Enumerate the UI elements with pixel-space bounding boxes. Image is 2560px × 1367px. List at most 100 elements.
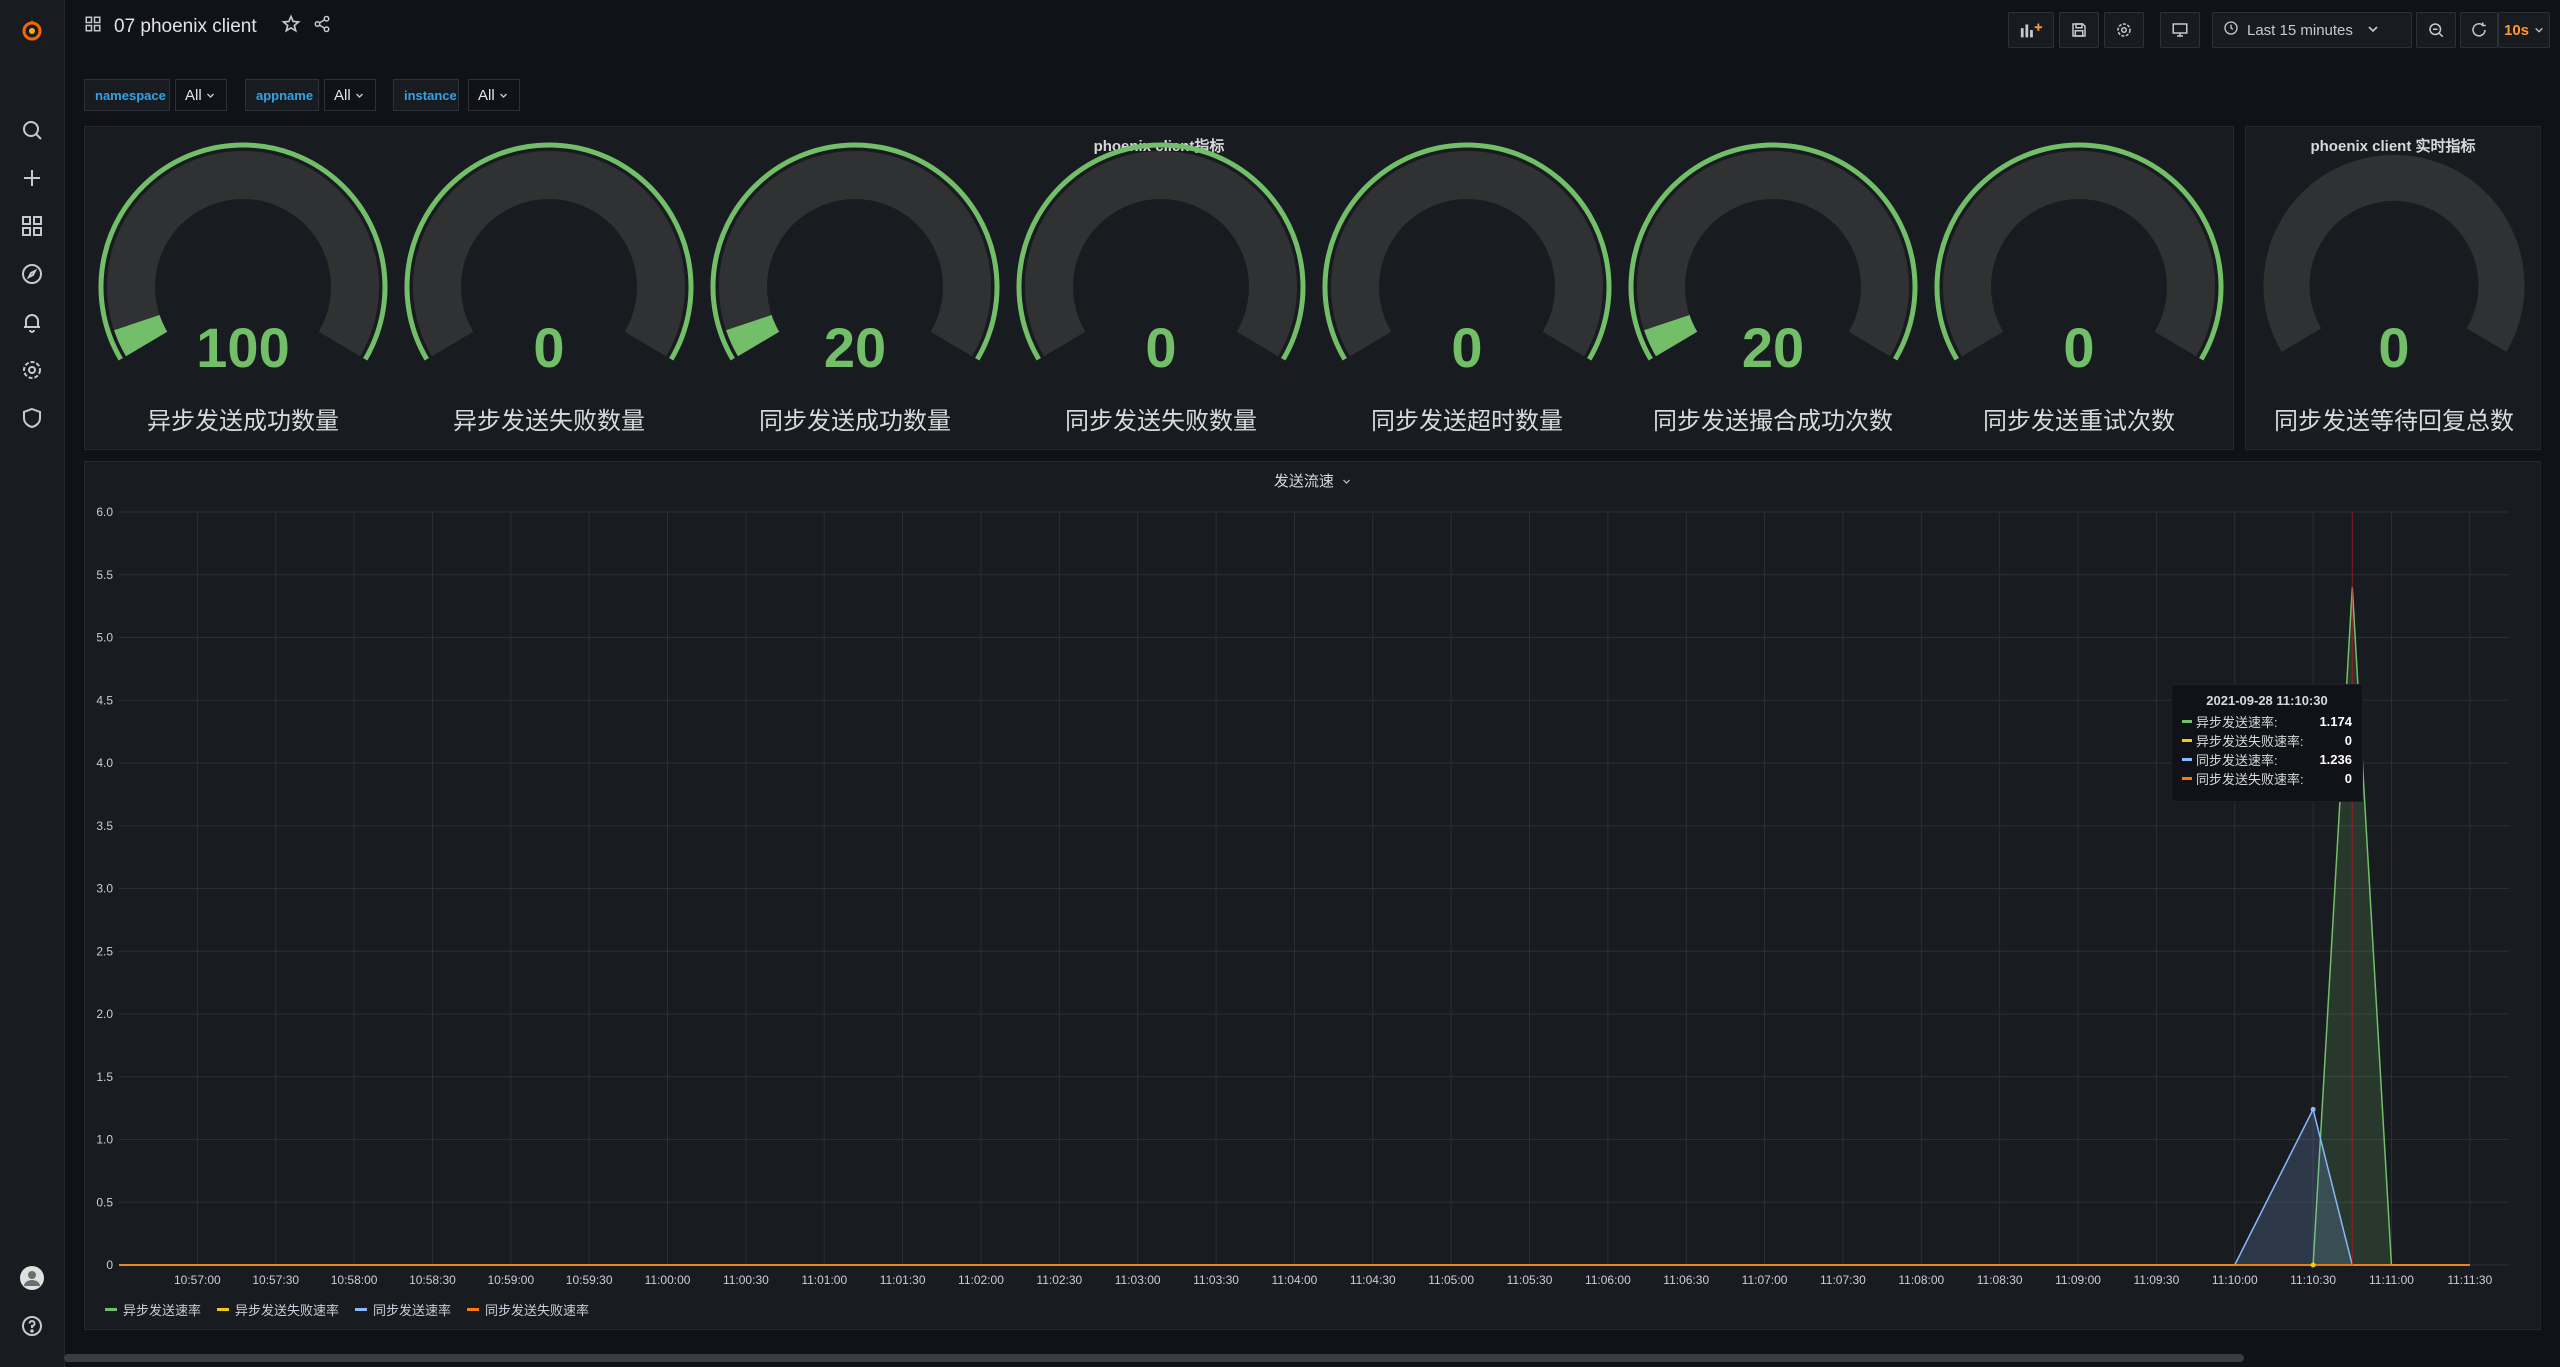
gauge-value: 20 bbox=[823, 316, 887, 379]
x-tick-label: 11:04:30 bbox=[1350, 1273, 1396, 1287]
legend-swatch bbox=[467, 1308, 480, 1311]
series-swatch bbox=[2182, 720, 2192, 723]
bell-icon[interactable] bbox=[16, 306, 48, 338]
y-tick-label: 3.0 bbox=[96, 882, 113, 896]
zoom-out-icon[interactable] bbox=[2416, 12, 2456, 48]
settings-gear-icon[interactable] bbox=[2104, 12, 2144, 48]
refresh-interval-picker[interactable]: 10s bbox=[2498, 12, 2550, 48]
tooltip-series-name: 同步发送失败速率: bbox=[2196, 772, 2304, 787]
x-tick-label: 11:01:00 bbox=[801, 1273, 847, 1287]
sidebar bbox=[0, 0, 65, 1367]
gauge[interactable]: 0 异步发送失败数量 bbox=[401, 127, 697, 435]
chevron-down-icon bbox=[499, 87, 508, 104]
x-tick-label: 10:58:00 bbox=[331, 1273, 378, 1287]
variable-value: All bbox=[478, 86, 495, 104]
grafana-logo[interactable] bbox=[16, 14, 48, 46]
legend-item[interactable]: 同步发送失败速率 bbox=[467, 1300, 589, 1319]
y-tick-label: 3.5 bbox=[96, 819, 113, 833]
gauge[interactable]: 0 同步发送失败数量 bbox=[1013, 127, 1309, 435]
refresh-interval-label: 10s bbox=[2503, 21, 2530, 39]
legend-swatch bbox=[355, 1308, 368, 1311]
panel-client-metrics: phoenix client指标 100 异步发送成功数量 0 异步发送失败数量 20 同… bbox=[84, 126, 2234, 450]
gauge[interactable]: 0 同步发送重试次数 bbox=[1931, 127, 2227, 435]
x-tick-label: 11:04:00 bbox=[1271, 1273, 1317, 1287]
gauge-label: 异步发送失败数量 bbox=[453, 407, 645, 435]
horizontal-scrollbar[interactable] bbox=[64, 1354, 2244, 1362]
save-icon[interactable] bbox=[2059, 12, 2099, 48]
legend-item[interactable]: 同步发送速率 bbox=[355, 1300, 451, 1319]
share-icon[interactable] bbox=[313, 15, 331, 39]
x-tick-label: 11:09:30 bbox=[2133, 1273, 2179, 1287]
x-tick-label: 11:06:30 bbox=[1663, 1273, 1709, 1287]
x-tick-label: 11:02:00 bbox=[958, 1273, 1004, 1287]
gauge[interactable]: 20 同步发送成功数量 bbox=[707, 127, 1003, 435]
legend-item[interactable]: 异步发送失败速率 bbox=[217, 1300, 339, 1319]
compass-icon[interactable] bbox=[16, 258, 48, 290]
dashboard-title[interactable]: 07 phoenix client bbox=[114, 16, 257, 38]
variable-label-instance: instance bbox=[393, 79, 459, 111]
tooltip-series-value: 0 bbox=[2344, 733, 2352, 748]
time-range-label: Last 15 minutes bbox=[2247, 21, 2353, 39]
dashboards-icon[interactable] bbox=[16, 210, 48, 242]
variable-select-namespace[interactable]: All bbox=[175, 79, 227, 111]
x-tick-label: 11:10:30 bbox=[2290, 1273, 2336, 1287]
legend-label: 同步发送速率 bbox=[373, 1303, 452, 1318]
legend-item[interactable]: 异步发送速率 bbox=[105, 1300, 201, 1319]
panel-send-flow: 发送流速 0 0.5 1.0 1.5 2.0 2.5 3.0 3.5 4.0 4.5 5.0 5.5 6… bbox=[84, 461, 2541, 1330]
x-tick-label: 11:11:30 bbox=[2447, 1273, 2492, 1287]
gauge-label: 同步发送撮合成功次数 bbox=[1653, 407, 1893, 435]
x-tick-label: 10:59:00 bbox=[487, 1273, 534, 1287]
x-tick-label: 11:06:00 bbox=[1585, 1273, 1631, 1287]
gauge-label: 同步发送成功数量 bbox=[759, 407, 951, 435]
gauge[interactable]: 0 同步发送等待回复总数 bbox=[2246, 127, 2542, 435]
series-swatch bbox=[2182, 777, 2192, 780]
variable-label-appname: appname bbox=[245, 79, 319, 111]
gauge[interactable]: 20 同步发送撮合成功次数 bbox=[1625, 127, 1921, 435]
gauge[interactable]: 0 同步发送超时数量 bbox=[1319, 127, 1615, 435]
x-tick-label: 11:03:00 bbox=[1115, 1273, 1161, 1287]
chevron-down-icon bbox=[2534, 22, 2544, 39]
series-swatch bbox=[2182, 739, 2192, 742]
hover-point bbox=[2310, 1262, 2316, 1268]
help-icon[interactable] bbox=[16, 1310, 48, 1342]
gauge-label: 异步发送成功数量 bbox=[147, 407, 339, 435]
top-bar: 07 phoenix client Last 15 minutes 10s bbox=[64, 0, 2560, 60]
chart-tooltip: 2021-09-28 11:10:30 异步发送速率: 1.174 异步发送失败速率… bbox=[2171, 684, 2363, 802]
variable-select-appname[interactable]: All bbox=[324, 79, 376, 111]
star-icon[interactable] bbox=[281, 14, 301, 40]
legend-swatch bbox=[105, 1308, 117, 1311]
gear-icon[interactable] bbox=[16, 354, 48, 386]
x-tick-label: 10:57:30 bbox=[252, 1273, 299, 1287]
gauge-label: 同步发送超时数量 bbox=[1371, 407, 1563, 435]
x-tick-label: 10:57:00 bbox=[174, 1273, 221, 1287]
time-range-picker[interactable]: Last 15 minutes bbox=[2212, 12, 2412, 48]
search-icon[interactable] bbox=[16, 114, 48, 146]
x-tick-label: 11:08:00 bbox=[1898, 1273, 1944, 1287]
shield-icon[interactable] bbox=[16, 402, 48, 434]
plus-icon[interactable] bbox=[16, 162, 48, 194]
panel-client-realtime: phoenix client 实时指标 0 同步发送等待回复总数 bbox=[2245, 126, 2541, 450]
x-tick-label: 11:03:30 bbox=[1193, 1273, 1239, 1287]
variable-select-instance[interactable]: All bbox=[468, 79, 520, 111]
x-tick-label: 11:05:30 bbox=[1507, 1273, 1553, 1287]
tooltip-series-value: 1.236 bbox=[2319, 752, 2352, 767]
tooltip-series-name: 异步发送速率: bbox=[2196, 715, 2278, 730]
tv-mode-icon[interactable] bbox=[2160, 12, 2200, 48]
dashboard-title-bar: 07 phoenix client bbox=[84, 14, 331, 40]
gauge-value: 0 bbox=[1451, 316, 1483, 379]
gauge-value: 0 bbox=[1145, 316, 1177, 379]
variable-value: All bbox=[334, 86, 351, 104]
x-tick-label: 10:58:30 bbox=[409, 1273, 456, 1287]
y-tick-label: 2.5 bbox=[96, 944, 113, 958]
gauge[interactable]: 100 异步发送成功数量 bbox=[95, 127, 391, 435]
flow-chart[interactable]: 0 0.5 1.0 1.5 2.0 2.5 3.0 3.5 4.0 4.5 5.0 5.5 6.0 10:… bbox=[85, 462, 2540, 1329]
add-panel-button[interactable] bbox=[2008, 12, 2054, 48]
x-tick-label: 11:01:30 bbox=[880, 1273, 926, 1287]
refresh-icon[interactable] bbox=[2460, 12, 2498, 48]
variable-label-namespace: namespace bbox=[84, 79, 170, 111]
avatar[interactable] bbox=[16, 1262, 48, 1294]
x-tick-label: 11:00:00 bbox=[645, 1273, 691, 1287]
tooltip-row: 异步发送速率: 1.174 bbox=[2182, 712, 2352, 731]
x-tick-label: 11:11:00 bbox=[2369, 1273, 2414, 1287]
x-tick-label: 11:05:00 bbox=[1428, 1273, 1474, 1287]
